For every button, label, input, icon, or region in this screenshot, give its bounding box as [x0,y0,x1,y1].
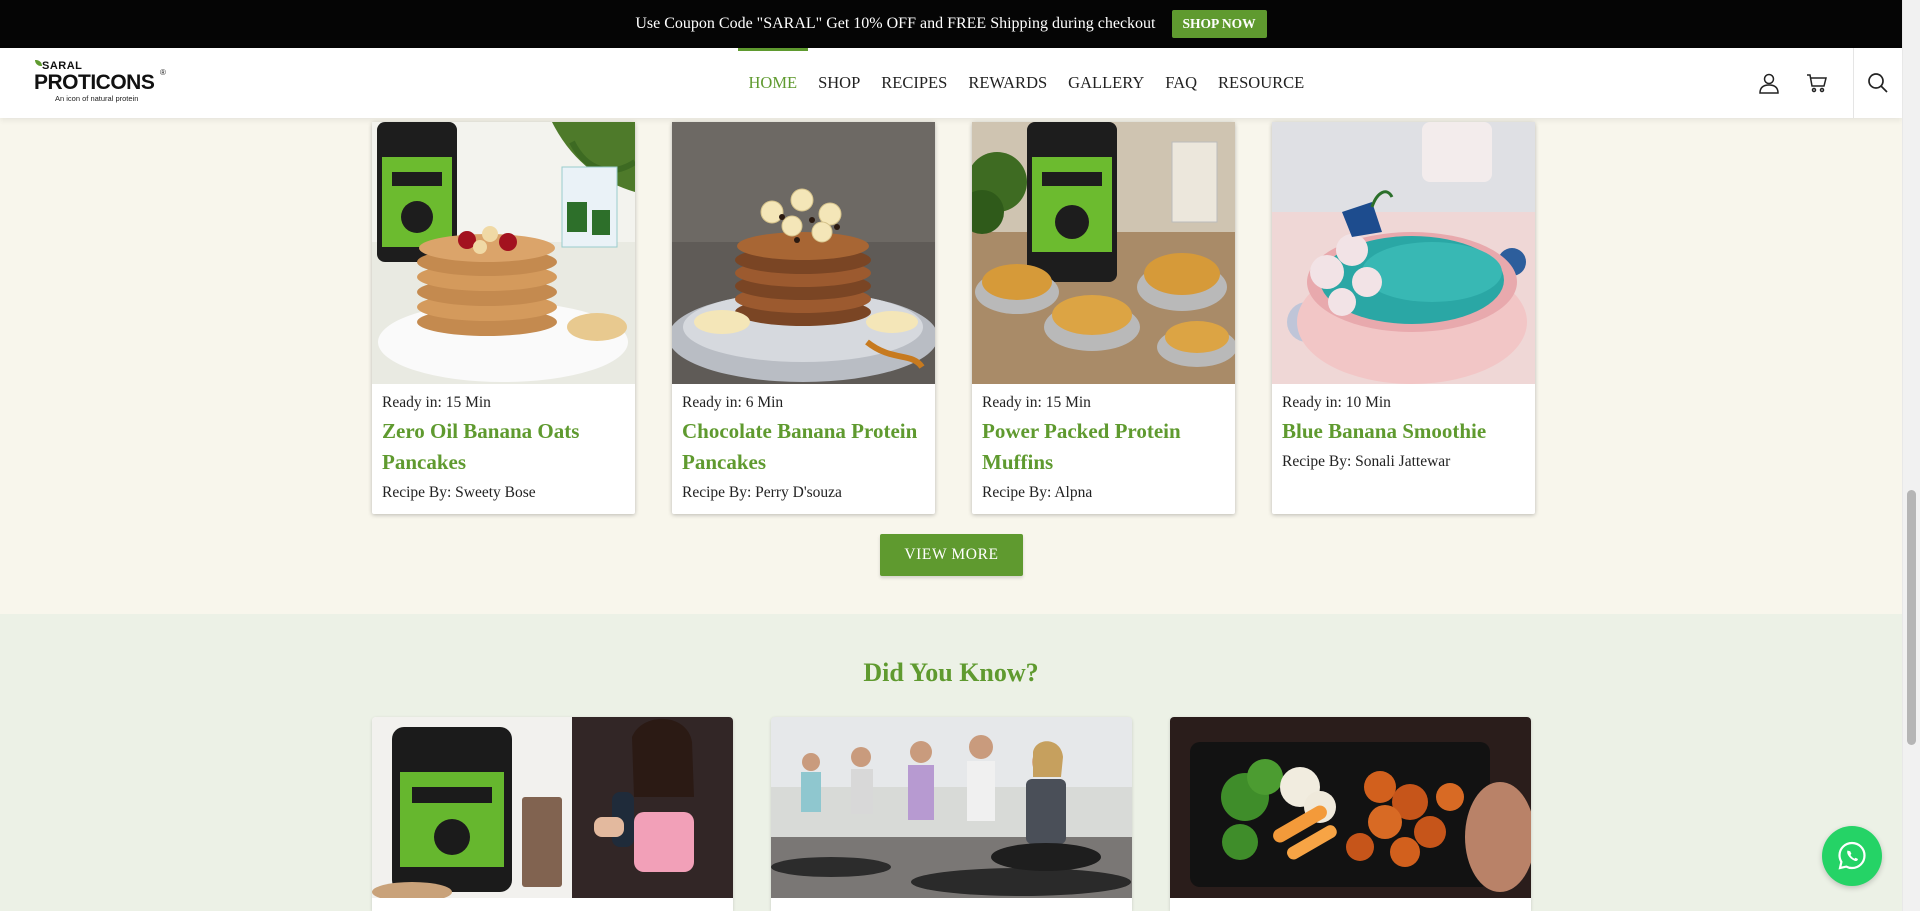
view-more-button[interactable]: VIEW MORE [880,534,1023,576]
shop-now-button[interactable]: SHOP NOW [1171,10,1267,38]
article-card[interactable] [771,717,1132,911]
recipe-ready-time: Ready in: 15 Min [382,394,491,411]
recipe-ready-time: Ready in: 10 Min [1282,394,1391,411]
site-header: SARAL PROTICONS ® An icon of natural pro… [0,48,1902,118]
header-icons [1745,48,1902,118]
article-card[interactable] [1170,717,1531,911]
recipe-image-chocolate-banana-pancakes[interactable] [672,122,935,384]
user-icon[interactable] [1745,48,1793,118]
recipe-card[interactable]: Ready in: 15 Min Zero Oil Banana Oats Pa… [372,122,635,514]
logo-main-text: PROTICONS [34,71,155,94]
recipe-ready-time: Ready in: 6 Min [682,394,784,411]
nav-rewards[interactable]: REWARDS [958,48,1058,118]
recipe-title[interactable]: Zero Oil Banana Oats Pancakes [382,416,625,478]
main-nav: HOME SHOP RECIPES REWARDS GALLERY FAQ RE… [738,48,1315,118]
recipe-title[interactable]: Blue Banana Smoothie [1282,416,1525,447]
nav-gallery[interactable]: GALLERY [1058,48,1155,118]
whatsapp-icon[interactable] [1822,826,1882,886]
recipe-image-blue-banana-smoothie[interactable] [1272,122,1535,384]
nav-resource[interactable]: RESOURCE [1208,48,1315,118]
recipe-image-protein-muffins[interactable] [972,122,1235,384]
article-image-meal-prep[interactable] [1170,717,1531,898]
announcement-text: Use Coupon Code "SARAL" Get 10% OFF and … [635,15,1156,32]
article-card[interactable] [372,717,733,911]
article-image-pea-protein-shake[interactable] [372,717,733,898]
leaf-icon [35,60,42,66]
recipe-author: Recipe By: Perry D'souza [682,484,842,501]
recipe-author: Recipe By: Alpna [982,484,1093,501]
announcement-bar: Use Coupon Code "SARAL" Get 10% OFF and … [0,0,1902,48]
recipe-card[interactable]: Ready in: 15 Min Power Packed Protein Mu… [972,122,1235,514]
recipe-ready-time: Ready in: 15 Min [982,394,1091,411]
nav-shop[interactable]: SHOP [808,48,871,118]
article-list [372,717,1531,911]
logo-tagline: An icon of natural protein [55,94,139,103]
search-icon[interactable] [1854,48,1902,118]
recipe-author: Recipe By: Sonali Jattewar [1282,453,1451,470]
section-title: Did You Know? [863,658,1039,687]
page-scrollbar[interactable] [1902,0,1920,911]
nav-faq[interactable]: FAQ [1155,48,1208,118]
logo[interactable]: SARAL PROTICONS ® An icon of natural pro… [34,60,169,106]
cart-icon[interactable] [1793,48,1841,118]
article-image-yoga-class[interactable] [771,717,1132,898]
nav-home[interactable]: HOME [738,48,808,118]
scrollbar-thumb[interactable] [1907,490,1916,745]
recipe-list: Ready in: 15 Min Zero Oil Banana Oats Pa… [372,122,1535,514]
did-you-know-section: Did You Know? [0,614,1902,911]
recipe-title[interactable]: Chocolate Banana Protein Pancakes [682,416,925,478]
recipe-title[interactable]: Power Packed Protein Muffins [982,416,1225,478]
logo-registered-mark: ® [160,68,166,77]
nav-recipes[interactable]: RECIPES [871,48,958,118]
recipe-image-banana-oats-pancakes[interactable] [372,122,635,384]
recipe-card[interactable]: Ready in: 10 Min Blue Banana Smoothie Re… [1272,122,1535,514]
recipe-author: Recipe By: Sweety Bose [382,484,536,501]
recipe-card[interactable]: Ready in: 6 Min Chocolate Banana Protein… [672,122,935,514]
